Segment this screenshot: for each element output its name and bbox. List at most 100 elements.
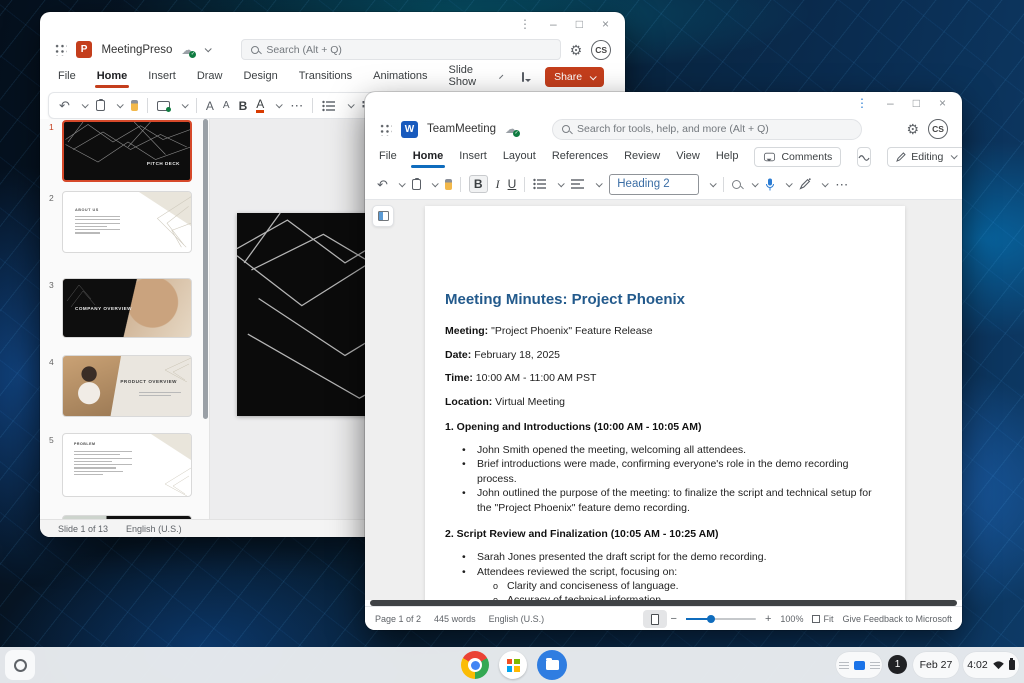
word-app-icon[interactable]: W [401,121,418,138]
dictate-chevron-icon[interactable] [786,180,793,187]
editing-mode-dropdown[interactable]: Editing [887,147,962,167]
ppt-menu-insert[interactable]: Insert [148,66,176,88]
shrink-font-icon[interactable]: A [223,101,230,111]
notification-counter[interactable]: 1 [888,655,907,674]
ppt-account-avatar[interactable]: CS [591,40,611,60]
format-painter-icon[interactable] [131,100,138,111]
zoom-slider[interactable] [686,618,756,620]
system-tray[interactable]: 4:02 [963,652,1019,678]
word-menu-review[interactable]: Review [624,146,660,168]
chrome-app-icon[interactable] [461,651,489,679]
undo-chevron-icon[interactable] [82,101,89,108]
bold-icon[interactable]: B [239,99,248,113]
date-display[interactable]: Feb 27 [913,652,959,678]
layout-chevron-icon[interactable] [182,101,189,108]
more-formatting-icon[interactable]: ⋯ [290,99,303,112]
ppt-kebab-menu-icon[interactable]: ⋮ [519,18,531,30]
bold-button[interactable]: B [469,175,488,193]
word-menu-references[interactable]: References [552,146,608,168]
font-color-chevron-icon[interactable] [276,101,283,108]
app-launcher-grid-icon[interactable] [54,43,67,56]
find-icon[interactable] [732,180,741,189]
ppt-settings-gear-icon[interactable]: ⚙ [570,43,583,57]
underline-button[interactable]: U [508,177,517,191]
ppt-document-title[interactable]: MeetingPreso [101,44,172,56]
bullet-list-chevron-icon[interactable] [348,101,355,108]
slide-counter[interactable]: Slide 1 of 13 [58,524,108,534]
word-menu-layout[interactable]: Layout [503,146,536,168]
ppt-menu-home[interactable]: Home [97,66,128,88]
word-minimize-button[interactable]: – [887,97,894,109]
ppt-language-status[interactable]: English (U.S.) [126,524,182,534]
page-counter[interactable]: Page 1 of 2 [375,614,421,624]
toolbar-more-options[interactable]: ⋯ [835,178,848,191]
word-menu-home[interactable]: Home [413,146,444,168]
zoom-slider-knob[interactable] [707,615,715,623]
dictate-microphone-icon[interactable] [765,178,775,191]
rewrite-pen-icon[interactable] [799,178,811,190]
word-close-button[interactable]: × [939,97,946,109]
undo-icon[interactable]: ↶ [377,178,388,191]
word-menu-help[interactable]: Help [716,146,739,168]
document-page[interactable]: Meeting Minutes: Project Phoenix Meeting… [425,206,905,600]
style-selector[interactable]: Heading 2 [609,174,699,195]
align-icon[interactable] [571,178,585,190]
slide-5-thumbnail[interactable]: PROBLEM [62,433,192,497]
word-maximize-button[interactable]: □ [913,97,920,109]
screen-capture-indicator[interactable] [836,652,882,678]
files-app-icon[interactable] [537,650,567,680]
powerpoint-app-icon[interactable]: P [76,41,93,58]
slide-4-thumbnail[interactable]: PRODUCT OVERVIEW [62,355,192,417]
undo-icon[interactable]: ↶ [59,99,70,112]
catch-up-button[interactable] [857,147,871,167]
page-view-button[interactable] [643,610,667,628]
ppt-menu-design[interactable]: Design [243,66,277,88]
paste-chevron-icon[interactable] [432,180,439,187]
word-menu-view[interactable]: View [676,146,700,168]
app-launcher-grid-icon[interactable] [379,123,392,136]
launcher-button[interactable] [5,650,35,680]
italic-button[interactable]: I [496,177,500,192]
word-search-input[interactable]: Search for tools, help, and more (Alt + … [552,119,862,140]
zoom-out-button[interactable]: − [671,613,677,625]
fit-button[interactable]: Fit [812,614,833,624]
comments-button[interactable]: Comments [754,147,841,167]
rewrite-chevron-icon[interactable] [822,180,829,187]
ppt-close-button[interactable]: × [602,18,609,30]
slide-3-thumbnail[interactable]: COMPANY OVERVIEW [62,278,192,338]
undo-chevron-icon[interactable] [399,180,406,187]
ppt-menu-file[interactable]: File [58,66,76,88]
ppt-search-input[interactable]: Search (Alt + Q) [241,39,560,60]
zoom-level[interactable]: 100% [780,614,803,624]
paste-chevron-icon[interactable] [117,101,124,108]
thumbnail-scrollbar[interactable] [203,119,208,419]
slide-2-thumbnail[interactable]: ABOUT US [62,191,192,253]
grow-font-icon[interactable]: A [206,100,214,112]
bullet-list-icon[interactable] [322,100,336,112]
slide-1-thumbnail[interactable]: PITCH DECK [62,120,192,182]
word-feedback-link[interactable]: Give Feedback to Microsoft [842,614,952,624]
zoom-in-button[interactable]: + [765,613,771,625]
word-kebab-menu-icon[interactable]: ⋮ [856,97,868,109]
align-chevron-icon[interactable] [596,180,603,187]
menus-overflow-chevron-icon[interactable] [499,74,503,78]
find-chevron-icon[interactable] [752,180,759,187]
word-document-title[interactable]: TeamMeeting [427,123,496,135]
word-settings-gear-icon[interactable]: ⚙ [906,122,919,136]
ppt-menu-slideshow[interactable]: Slide Show [449,60,477,94]
bullet-list-chevron-icon[interactable] [558,180,565,187]
word-menu-file[interactable]: File [379,146,397,168]
ppt-comments-icon[interactable] [522,72,524,82]
ppt-share-button[interactable]: Share [545,67,604,87]
slide-layout-icon[interactable] [157,101,170,111]
ppt-menu-transitions[interactable]: Transitions [299,66,352,88]
word-account-avatar[interactable]: CS [928,119,948,139]
paste-clipboard-icon[interactable] [96,100,105,111]
font-color-icon[interactable]: A [256,98,264,113]
paste-clipboard-icon[interactable] [412,179,421,190]
ppt-menu-draw[interactable]: Draw [197,66,223,88]
ppt-maximize-button[interactable]: □ [576,18,583,30]
ppt-menu-animations[interactable]: Animations [373,66,427,88]
pane-toggle-button[interactable] [372,205,394,227]
word-language-status[interactable]: English (U.S.) [489,614,545,624]
